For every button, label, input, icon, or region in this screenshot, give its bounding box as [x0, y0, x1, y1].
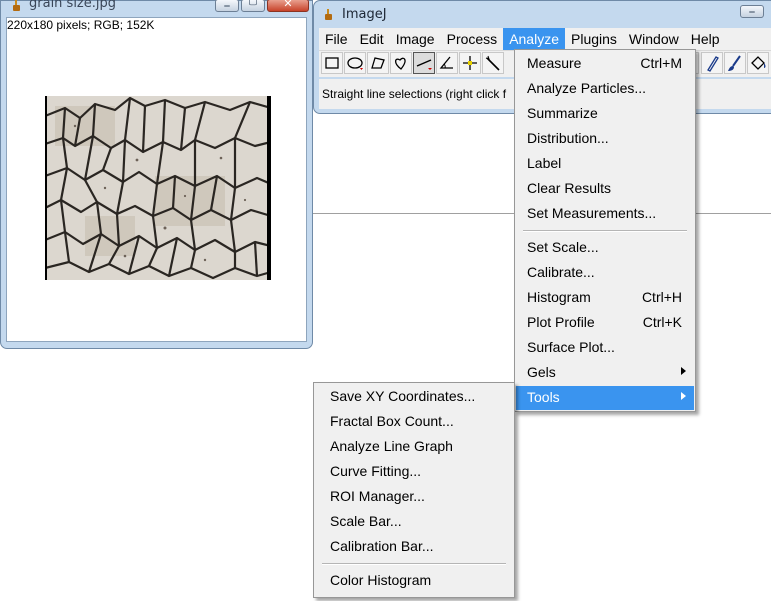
flood-fill-tool-icon[interactable]	[747, 52, 769, 74]
menu-item-color-histogram[interactable]: Color Histogram	[315, 569, 513, 593]
menu-item-plot-profile[interactable]: Plot Profile Ctrl+K	[516, 311, 694, 335]
menu-item-clear-results[interactable]: Clear Results	[516, 177, 694, 201]
menu-item-label: Calibration Bar...	[330, 538, 434, 554]
menu-item-surface-plot[interactable]: Surface Plot...	[516, 336, 694, 360]
menu-item-label: Calibrate...	[527, 264, 595, 280]
polygon-tool-icon[interactable]	[367, 52, 389, 74]
menu-edit[interactable]: Edit	[354, 28, 390, 50]
menu-item-scale-bar[interactable]: Scale Bar...	[315, 510, 513, 534]
menu-item-analyze-line-graph[interactable]: Analyze Line Graph	[315, 435, 513, 459]
rectangle-tool-icon[interactable]	[321, 52, 343, 74]
menu-item-label: ROI Manager...	[330, 488, 425, 504]
menu-item-label: Summarize	[527, 105, 598, 121]
brush-tool-icon[interactable]	[724, 52, 746, 74]
menu-item-label: Histogram	[527, 289, 591, 305]
image-window-title: grain size.jpg	[29, 0, 117, 11]
menu-item-label: Surface Plot...	[527, 339, 615, 355]
menu-item-set-scale[interactable]: Set Scale...	[516, 236, 694, 260]
menu-item-label: Measure	[527, 55, 582, 71]
menu-item-label: Gels	[527, 364, 556, 380]
menu-item-summarize[interactable]: Summarize	[516, 102, 694, 126]
freehand-tool-icon[interactable]	[390, 52, 412, 74]
menu-item-tools[interactable]: Tools	[516, 386, 694, 410]
menu-item-set-measurements[interactable]: Set Measurements...	[516, 202, 694, 226]
menubar: File Edit Image Process Analyze Plugins …	[319, 28, 771, 50]
image-canvas[interactable]: 220x180 pixels; RGB; 152K	[6, 17, 307, 342]
submenu-arrow-icon	[681, 367, 686, 375]
menu-item-label: Scale Bar...	[330, 513, 402, 529]
menu-item-label: Set Scale...	[527, 239, 599, 255]
close-icon: ✕	[283, 0, 293, 10]
menu-item-save-xy-coordinates[interactable]: Save XY Coordinates...	[315, 385, 513, 409]
menu-help[interactable]: Help	[685, 28, 726, 50]
minimize-icon: _	[749, 0, 755, 13]
menu-item-label[interactable]: Label	[516, 152, 694, 176]
wand-tool-icon[interactable]	[482, 52, 504, 74]
imagej-window-title: ImageJ	[342, 7, 387, 22]
menu-separator	[523, 230, 687, 232]
image-info-text: 220x180 pixels; RGB; 152K	[7, 18, 155, 32]
menu-item-distribution[interactable]: Distribution...	[516, 127, 694, 151]
menu-item-curve-fitting[interactable]: Curve Fitting...	[315, 460, 513, 484]
close-button[interactable]: ✕	[267, 0, 309, 12]
menu-item-label: Curve Fitting...	[330, 463, 422, 479]
menu-process[interactable]: Process	[441, 28, 504, 50]
minimize-button[interactable]: _	[215, 0, 239, 12]
menu-item-label: Clear Results	[527, 180, 612, 196]
menu-item-label: Plot Profile	[527, 314, 595, 330]
grain-micrograph-image[interactable]	[45, 96, 271, 280]
tools-submenu: Save XY Coordinates... Fractal Box Count…	[313, 382, 515, 598]
menu-item-histogram[interactable]: Histogram Ctrl+H	[516, 286, 694, 310]
menu-item-label: Tools	[527, 389, 560, 405]
menu-item-label: Set Measurements...	[527, 205, 657, 221]
menu-item-label: Label	[527, 155, 562, 171]
imagej-minimize-button[interactable]: _	[740, 0, 764, 18]
menu-item-shortcut: Ctrl+M	[640, 55, 682, 71]
menu-item-fractal-box-count[interactable]: Fractal Box Count...	[315, 410, 513, 434]
straight-line-tool-icon[interactable]	[413, 52, 435, 74]
menu-item-label: Save XY Coordinates...	[330, 388, 476, 404]
submenu-arrow-icon	[681, 392, 686, 400]
menu-file[interactable]: File	[319, 28, 354, 50]
point-tool-icon[interactable]	[459, 52, 481, 74]
menu-window[interactable]: Window	[623, 28, 685, 50]
pencil-tool-icon[interactable]	[701, 52, 723, 74]
menu-item-calibrate[interactable]: Calibrate...	[516, 261, 694, 285]
angle-tool-icon[interactable]	[436, 52, 458, 74]
menu-item-label: Distribution...	[527, 130, 609, 146]
menu-item-label: Color Histogram	[330, 572, 432, 588]
image-window-titlebar[interactable]: grain size.jpg _ ▢ ✕	[1, 0, 312, 13]
oval-tool-icon[interactable]	[344, 52, 366, 74]
menu-plugins[interactable]: Plugins	[565, 28, 623, 50]
analyze-menu: Measure Ctrl+M Analyze Particles... Summ…	[514, 49, 696, 412]
imagej-cup-icon	[325, 9, 332, 20]
menu-item-measure[interactable]: Measure Ctrl+M	[516, 52, 694, 76]
imagej-cup-icon	[13, 0, 20, 11]
menu-item-analyze-particles[interactable]: Analyze Particles...	[516, 77, 694, 101]
menu-item-gels[interactable]: Gels	[516, 361, 694, 385]
menu-item-label: Fractal Box Count...	[330, 413, 454, 429]
menu-item-label: Analyze Particles...	[527, 80, 647, 96]
menu-item-label: Analyze Line Graph	[330, 438, 453, 454]
maximize-icon: ▢	[248, 0, 258, 7]
menu-item-roi-manager[interactable]: ROI Manager...	[315, 485, 513, 509]
menu-item-calibration-bar[interactable]: Calibration Bar...	[315, 535, 513, 559]
menu-item-shortcut: Ctrl+K	[642, 314, 682, 330]
menu-separator	[322, 563, 506, 565]
menu-item-shortcut: Ctrl+H	[641, 289, 682, 305]
menu-image[interactable]: Image	[390, 28, 441, 50]
maximize-button[interactable]: ▢	[241, 0, 265, 12]
menu-analyze[interactable]: Analyze	[503, 28, 565, 50]
image-window: grain size.jpg _ ▢ ✕ 220x180 pixels; RGB…	[0, 0, 313, 349]
minimize-icon: _	[224, 0, 230, 7]
